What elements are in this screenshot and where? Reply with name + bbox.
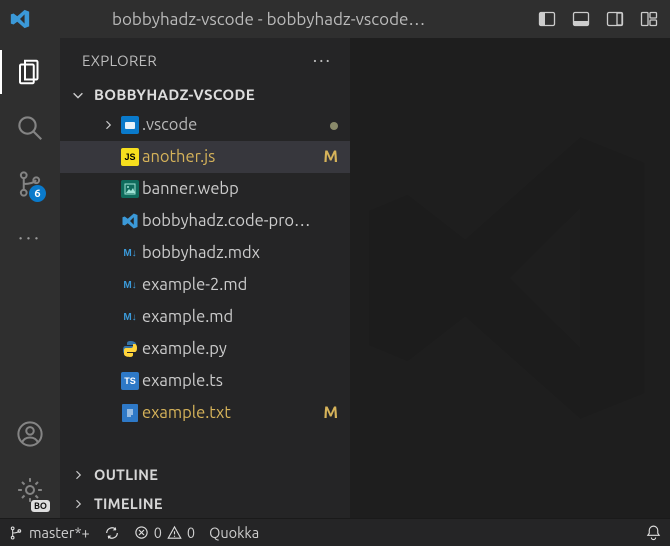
git-status: M: [318, 148, 338, 166]
tree-file[interactable]: example.py: [60, 333, 350, 365]
timeline-label: TIMELINE: [94, 495, 163, 512]
tree-file[interactable]: M↓ bobbyhadz.mdx: [60, 237, 350, 269]
file-name: banner.webp: [142, 180, 318, 198]
settings-badge: BO: [31, 500, 50, 512]
chevron-right-icon: [70, 467, 86, 483]
file-name: bobbyhadz.code-pro…: [142, 212, 318, 230]
mdx-icon: M↓: [118, 244, 142, 262]
status-bar: master*+ 0 0 Quokka: [0, 518, 670, 546]
git-status: M: [318, 404, 338, 422]
chevron-down-icon: [70, 87, 86, 103]
markdown-icon: M↓: [118, 276, 142, 294]
title-bar: bobbyhadz-vscode - bobbyhadz-vscode…: [0, 0, 670, 38]
sidebar-explorer: EXPLORER ··· BOBBYHADZ-VSCODE .vscode: [60, 38, 350, 518]
file-name: bobbyhadz.mdx: [142, 244, 318, 262]
markdown-icon: M↓: [118, 308, 142, 326]
tree-file[interactable]: banner.webp: [60, 173, 350, 205]
sidebar-more-icon[interactable]: ···: [313, 50, 332, 70]
ts-icon: TS: [118, 372, 142, 390]
customize-layout-icon[interactable]: [636, 6, 662, 32]
sidebar-title: EXPLORER: [82, 52, 157, 69]
file-name: example.md: [142, 308, 318, 326]
tree-file[interactable]: example.txt M: [60, 397, 350, 429]
tree-file[interactable]: TS example.ts: [60, 365, 350, 397]
branch-name: master*+: [29, 524, 90, 541]
activity-settings[interactable]: BO: [0, 462, 60, 518]
status-dot-icon: [330, 122, 338, 130]
status-problems[interactable]: 0 0: [134, 524, 195, 541]
activity-source-control[interactable]: 6: [0, 156, 60, 212]
error-count: 0: [154, 524, 162, 541]
file-name: another.js: [142, 148, 318, 166]
warning-count: 0: [187, 524, 195, 541]
folder-name: BOBBYHADZ-VSCODE: [94, 86, 255, 103]
status-quokka[interactable]: Quokka: [209, 524, 259, 541]
activity-bar: 6 ··· BO: [0, 38, 60, 518]
toggle-panel-icon[interactable]: [568, 6, 594, 32]
outline-label: OUTLINE: [94, 466, 158, 483]
file-name: .vscode: [142, 116, 318, 134]
scm-badge: 6: [29, 185, 46, 202]
tree-file[interactable]: bobbyhadz.code-pro…: [60, 205, 350, 237]
tree-file[interactable]: M↓ example.md: [60, 301, 350, 333]
chevron-right-icon: [98, 119, 118, 131]
tree-file[interactable]: JS another.js M: [60, 141, 350, 173]
folder-header[interactable]: BOBBYHADZ-VSCODE: [60, 82, 350, 109]
timeline-section[interactable]: TIMELINE: [60, 489, 350, 518]
toggle-secondary-sidebar-icon[interactable]: [602, 6, 628, 32]
file-name: example.py: [142, 340, 318, 358]
file-tree: .vscode JS another.js M banner.webp: [60, 109, 350, 429]
image-icon: [118, 180, 142, 198]
vscode-watermark-icon: [350, 38, 670, 518]
tree-folder[interactable]: .vscode: [60, 109, 350, 141]
file-name: example.ts: [142, 372, 318, 390]
activity-more[interactable]: ···: [0, 212, 60, 260]
python-icon: [118, 340, 142, 358]
status-sync[interactable]: [104, 525, 120, 541]
status-notifications-icon[interactable]: [645, 524, 662, 541]
window-title: bobbyhadz-vscode - bobbyhadz-vscode…: [92, 10, 526, 29]
text-icon: [118, 404, 142, 422]
tree-file[interactable]: M↓ example-2.md: [60, 269, 350, 301]
activity-search[interactable]: [0, 100, 60, 156]
main-area: 6 ··· BO EXPLORER ··· BOBBYHADZ-VSCODE: [0, 38, 670, 518]
chevron-right-icon: [70, 496, 86, 512]
app-icon: [8, 7, 32, 31]
toggle-primary-sidebar-icon[interactable]: [534, 6, 560, 32]
js-icon: JS: [118, 148, 142, 166]
activity-explorer[interactable]: [0, 44, 60, 100]
editor-area: [350, 38, 670, 518]
layout-controls: [534, 6, 662, 32]
vscode-icon: [118, 212, 142, 230]
folder-icon: [118, 116, 142, 134]
file-name: example.txt: [142, 404, 318, 422]
file-name: example-2.md: [142, 276, 318, 294]
status-branch[interactable]: master*+: [8, 524, 90, 541]
outline-section[interactable]: OUTLINE: [60, 460, 350, 489]
activity-accounts[interactable]: [0, 406, 60, 462]
